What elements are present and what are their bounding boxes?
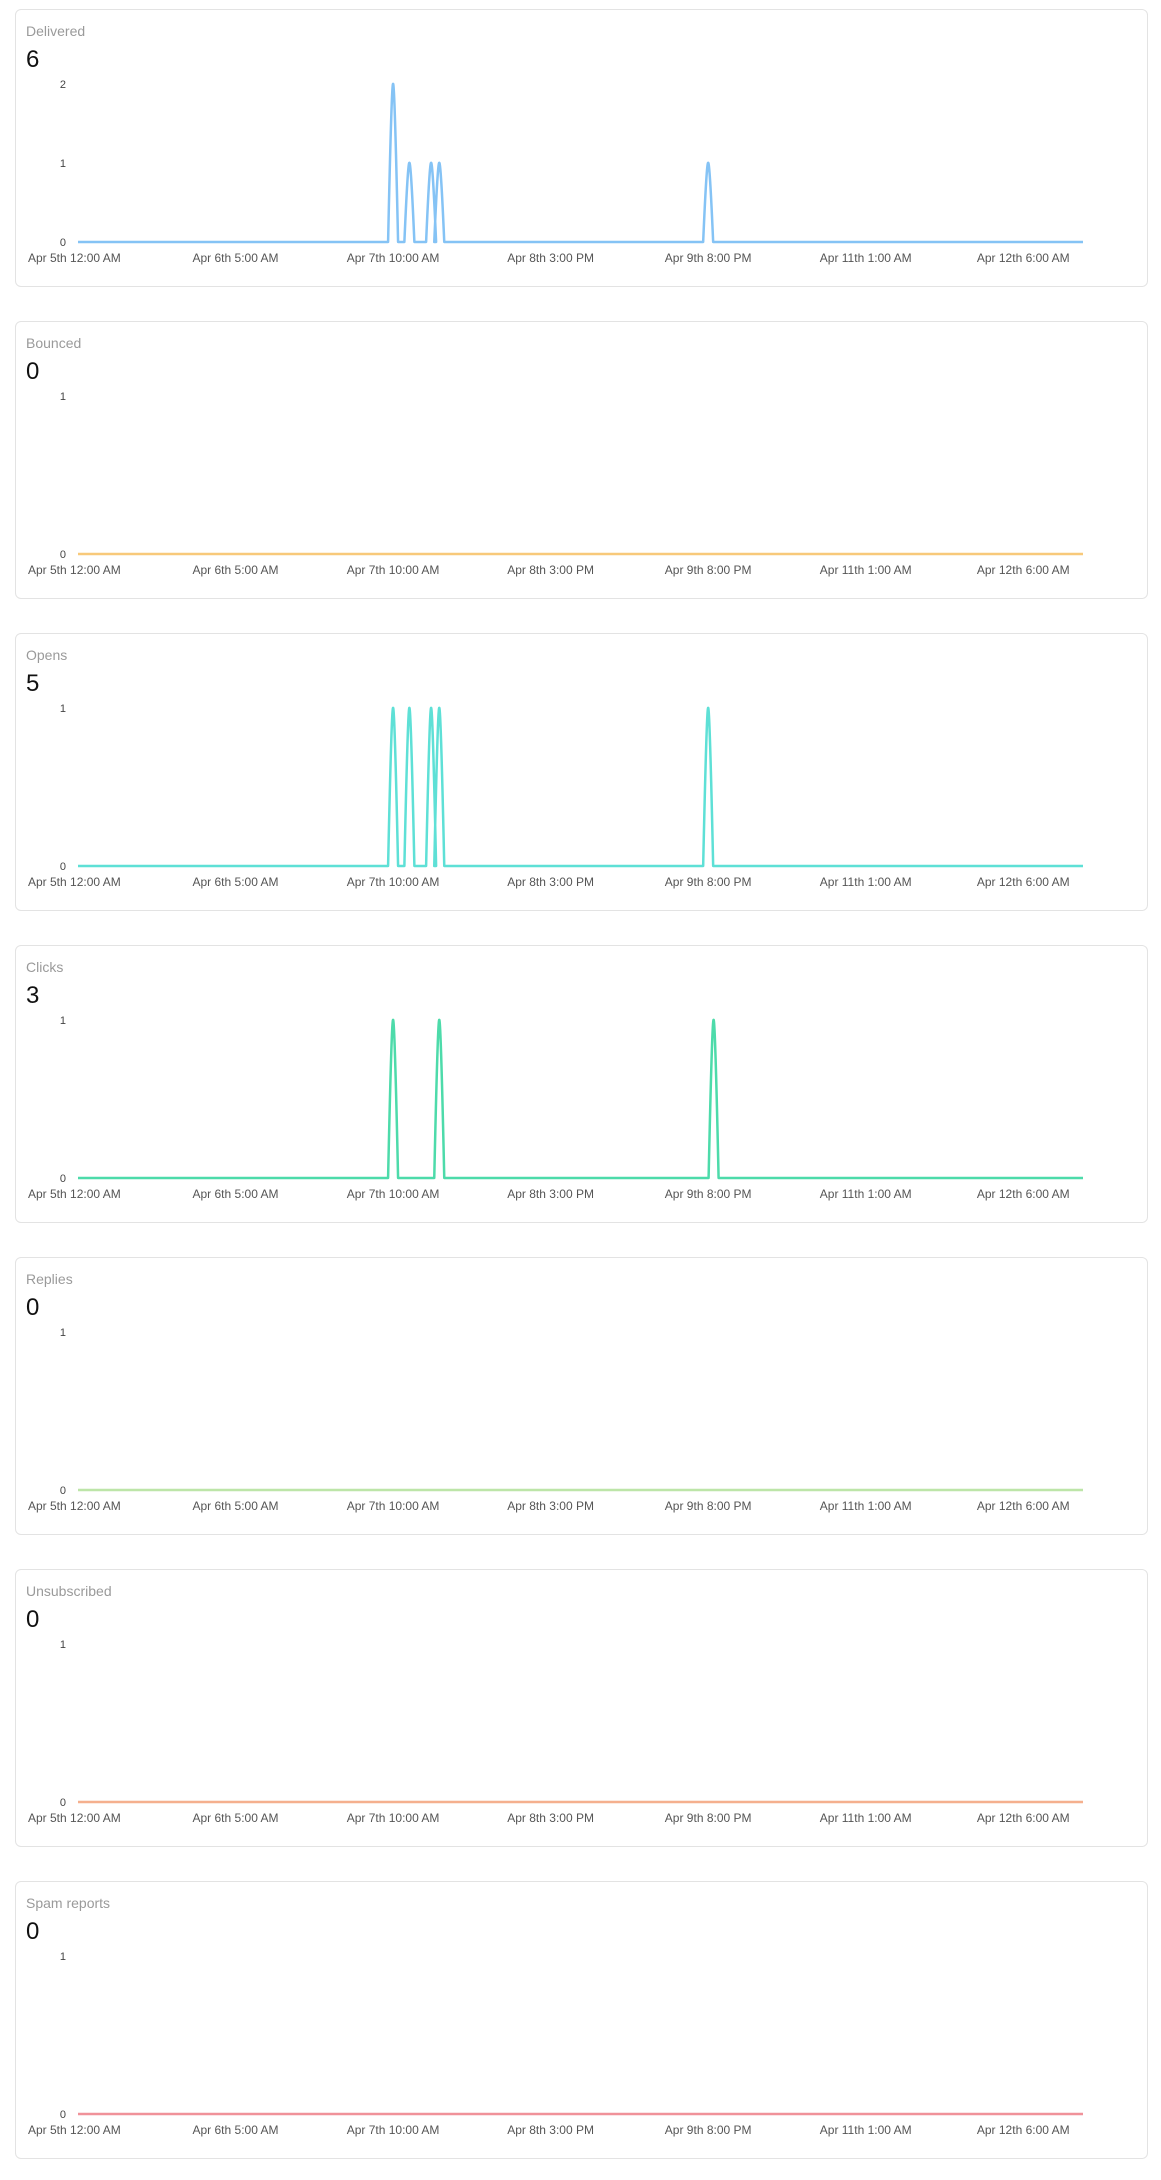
- y-tick-label: 1: [60, 391, 66, 403]
- y-tick-label: 2: [60, 79, 66, 91]
- chart-card-delivered: Delivered 6 0 1 2 Apr 5th 12:00 AM Apr 6th 5…: [15, 9, 1148, 287]
- x-tick-label: Apr 9th 8:00 PM: [665, 875, 752, 889]
- chart-card-clicks: Clicks 3 0 1 Apr 5th 12:00 AM Apr 6th 5:00 …: [15, 945, 1148, 1223]
- series-line: [78, 82, 1083, 244]
- x-tick-label: Apr 6th 5:00 AM: [193, 1811, 279, 1825]
- y-tick-label: 1: [60, 1327, 66, 1339]
- x-tick-label: Apr 12th 6:00 AM: [977, 1811, 1070, 1825]
- y-tick-label: 0: [60, 861, 66, 873]
- y-tick-label: 1: [60, 1951, 66, 1963]
- data-point: [429, 706, 433, 710]
- data-point: [391, 706, 395, 710]
- y-tick-label: 0: [60, 1485, 66, 1497]
- x-tick-label: Apr 11th 1:00 AM: [820, 1499, 912, 1513]
- data-point: [438, 706, 441, 710]
- x-tick-label: Apr 5th 12:00 AM: [28, 251, 121, 265]
- x-tick-label: Apr 5th 12:00 AM: [28, 1811, 121, 1825]
- y-tick-label: 1: [60, 158, 66, 170]
- x-tick-label: Apr 7th 10:00 AM: [347, 1499, 440, 1513]
- series-line: [78, 1018, 1083, 1180]
- x-tick-label: Apr 6th 5:00 AM: [193, 875, 279, 889]
- data-point: [408, 161, 411, 165]
- data-point: [429, 161, 433, 165]
- x-tick-label: Apr 6th 5:00 AM: [193, 1499, 279, 1513]
- chart-plot: 0 1 Apr 5th 12:00 AM Apr 6th 5:00 AM Apr 7th…: [28, 703, 1083, 889]
- x-tick-label: Apr 7th 10:00 AM: [347, 875, 440, 889]
- x-tick-label: Apr 12th 6:00 AM: [977, 2123, 1070, 2137]
- chart-card-spam-reports: Spam reports 0 0 1 Apr 5th 12:00 AM Apr 6th…: [15, 1881, 1148, 2159]
- x-tick-label: Apr 7th 10:00 AM: [347, 2123, 440, 2137]
- data-point: [391, 1018, 395, 1022]
- x-tick-label: Apr 7th 10:00 AM: [347, 251, 440, 265]
- y-tick-label: 1: [60, 1639, 66, 1651]
- y-tick-label: 1: [60, 703, 66, 715]
- x-tick-label: Apr 9th 8:00 PM: [665, 1811, 752, 1825]
- x-tick-label: Apr 8th 3:00 PM: [507, 1187, 594, 1201]
- y-tick-label: 1: [60, 1015, 66, 1027]
- y-tick-label: 0: [60, 549, 66, 561]
- chart-plot: 0 1 2 Apr 5th 12:00 AM Apr 6th 5:00 AM Apr 7t…: [28, 79, 1083, 265]
- x-tick-label: Apr 7th 10:00 AM: [347, 1811, 440, 1825]
- x-tick-label: Apr 8th 3:00 PM: [507, 251, 594, 265]
- x-tick-label: Apr 5th 12:00 AM: [28, 1499, 121, 1513]
- x-tick-label: Apr 11th 1:00 AM: [820, 1187, 912, 1201]
- x-tick-label: Apr 11th 1:00 AM: [820, 563, 912, 577]
- x-tick-label: Apr 5th 12:00 AM: [28, 1187, 121, 1201]
- series-line: [78, 706, 1083, 868]
- x-tick-label: Apr 7th 10:00 AM: [347, 563, 440, 577]
- x-tick-label: Apr 9th 8:00 PM: [665, 2123, 752, 2137]
- x-tick-label: Apr 8th 3:00 PM: [507, 563, 594, 577]
- chart-card-bounced: Bounced 0 0 1 Apr 5th 12:00 AM Apr 6th 5:00…: [15, 321, 1148, 599]
- x-tick-label: Apr 9th 8:00 PM: [665, 251, 752, 265]
- chart-card-replies: Replies 0 0 1 Apr 5th 12:00 AM Apr 6th 5:00…: [15, 1257, 1148, 1535]
- x-tick-label: Apr 5th 12:00 AM: [28, 563, 121, 577]
- data-point: [712, 1018, 715, 1022]
- chart-plot: 0 1 Apr 5th 12:00 AM Apr 6th 5:00 AM Apr 7th…: [28, 391, 1083, 577]
- chart-plot: 0 1 Apr 5th 12:00 AM Apr 6th 5:00 AM Apr 7th…: [28, 1327, 1083, 1513]
- x-tick-label: Apr 6th 5:00 AM: [193, 251, 279, 265]
- chart-plot: 0 1 Apr 5th 12:00 AM Apr 6th 5:00 AM Apr 7th…: [28, 1951, 1083, 2137]
- y-tick-label: 0: [60, 1173, 66, 1185]
- x-tick-label: Apr 8th 3:00 PM: [507, 1811, 594, 1825]
- x-tick-label: Apr 6th 5:00 AM: [193, 1187, 279, 1201]
- x-tick-label: Apr 7th 10:00 AM: [347, 1187, 440, 1201]
- y-tick-label: 0: [60, 237, 66, 249]
- y-tick-label: 0: [60, 2109, 66, 2121]
- data-point: [438, 161, 441, 165]
- x-tick-label: Apr 8th 3:00 PM: [507, 875, 594, 889]
- data-point: [391, 82, 395, 86]
- x-tick-label: Apr 9th 8:00 PM: [665, 1499, 752, 1513]
- x-tick-label: Apr 12th 6:00 AM: [977, 251, 1070, 265]
- chart-plot: 0 1 Apr 5th 12:00 AM Apr 6th 5:00 AM Apr 7th…: [28, 1015, 1083, 1201]
- x-tick-label: Apr 12th 6:00 AM: [977, 1187, 1070, 1201]
- chart-card-opens: Opens 5 0 1 Apr 5th 12:00 AM Apr 6th 5:00 A…: [15, 633, 1148, 911]
- x-tick-label: Apr 11th 1:00 AM: [820, 251, 912, 265]
- chart-card-unsubscribed: Unsubscribed 0 0 1 Apr 5th 12:00 AM Apr 6th…: [15, 1569, 1148, 1847]
- x-tick-label: Apr 12th 6:00 AM: [977, 875, 1070, 889]
- data-point: [706, 706, 710, 710]
- x-tick-label: Apr 11th 1:00 AM: [820, 2123, 912, 2137]
- data-point: [438, 1018, 441, 1022]
- x-tick-label: Apr 5th 12:00 AM: [28, 2123, 121, 2137]
- x-tick-label: Apr 5th 12:00 AM: [28, 875, 121, 889]
- x-tick-label: Apr 8th 3:00 PM: [507, 2123, 594, 2137]
- y-tick-label: 0: [60, 1797, 66, 1809]
- chart-plot: 0 1 Apr 5th 12:00 AM Apr 6th 5:00 AM Apr 7th…: [28, 1639, 1083, 1825]
- data-point: [706, 161, 710, 165]
- x-tick-label: Apr 8th 3:00 PM: [507, 1499, 594, 1513]
- x-tick-label: Apr 6th 5:00 AM: [193, 563, 279, 577]
- x-tick-label: Apr 12th 6:00 AM: [977, 563, 1070, 577]
- data-point: [408, 706, 411, 710]
- x-tick-label: Apr 11th 1:00 AM: [820, 1811, 912, 1825]
- x-tick-label: Apr 9th 8:00 PM: [665, 563, 752, 577]
- x-tick-label: Apr 6th 5:00 AM: [193, 2123, 279, 2137]
- x-tick-label: Apr 12th 6:00 AM: [977, 1499, 1070, 1513]
- x-tick-label: Apr 11th 1:00 AM: [820, 875, 912, 889]
- x-tick-label: Apr 9th 8:00 PM: [665, 1187, 752, 1201]
- metrics-chart-stack: Delivered 6 0 1 2 Apr 5th 12:00 AM Apr 6th 5…: [0, 0, 1161, 2180]
